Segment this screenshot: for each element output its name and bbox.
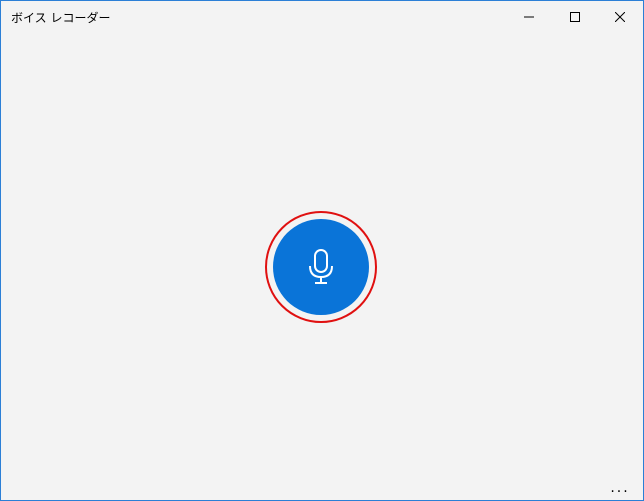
maximize-button[interactable]: [552, 1, 598, 33]
minimize-icon: [524, 16, 534, 18]
record-button[interactable]: [273, 219, 369, 315]
window-title: ボイス レコーダー: [11, 11, 111, 25]
record-button-highlight: [265, 211, 377, 323]
close-button[interactable]: [597, 1, 643, 33]
title-bar[interactable]: ボイス レコーダー: [1, 1, 643, 33]
more-options-button[interactable]: ...: [605, 479, 635, 497]
close-icon: [615, 12, 625, 22]
minimize-button[interactable]: [506, 1, 552, 33]
app-window: ボイス レコーダー ...: [0, 0, 644, 501]
maximize-icon: [570, 12, 580, 22]
microphone-icon: [309, 249, 333, 284]
